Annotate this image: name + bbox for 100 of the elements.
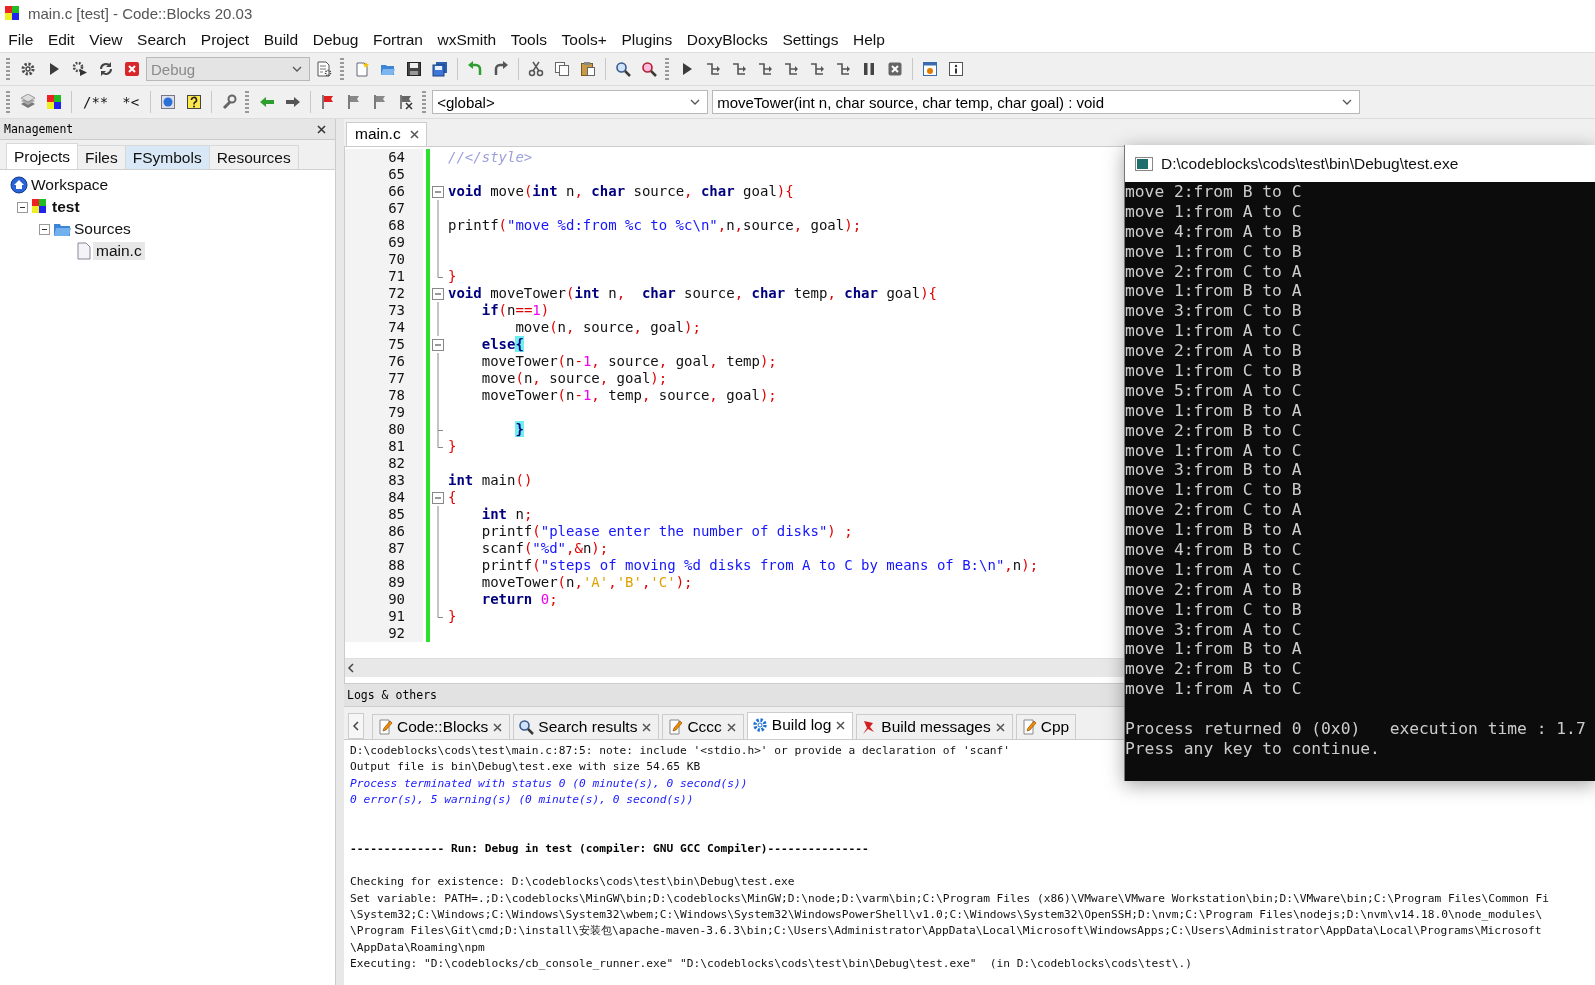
comment-button[interactable]: *< <box>116 90 146 114</box>
menu-item[interactable]: DoxyBlocks <box>679 30 776 49</box>
menu-item[interactable]: Build <box>256 30 306 49</box>
blocks-icon[interactable] <box>46 94 62 110</box>
close-icon[interactable] <box>492 721 504 733</box>
log-line: Process terminated with status 0 (0 minute(s), 0 second(s)) <box>350 776 748 790</box>
search-icon[interactable] <box>615 61 631 77</box>
code-line: int n; <box>480 506 533 523</box>
stack-icon[interactable] <box>20 94 36 110</box>
log-tab[interactable]: Search results <box>513 714 660 739</box>
line-number: 73 <box>345 302 423 319</box>
line-number: 89 <box>345 574 423 591</box>
code-line: else{ <box>480 336 524 353</box>
close-icon[interactable] <box>408 128 420 140</box>
panel-title: Management <box>4 122 74 136</box>
forward-arrow-icon[interactable] <box>285 94 302 110</box>
close-icon[interactable] <box>316 123 327 135</box>
menu-item[interactable]: Fortran <box>365 30 431 49</box>
menu-item[interactable]: File <box>1 30 41 49</box>
line-number: 83 <box>345 472 423 489</box>
fold-toggle[interactable] <box>432 288 444 300</box>
fold-toggle[interactable] <box>432 186 444 198</box>
save-all-icon[interactable] <box>432 61 448 77</box>
pause-icon[interactable] <box>861 61 877 77</box>
replace-icon[interactable] <box>641 61 657 77</box>
menu-item[interactable]: Edit <box>40 30 82 49</box>
log-line: \Program Files\Git\cmd;D:\install\安装包\apache-maven-3.6.3\bin;C:\Users\Administrator\AppData\Local\Microsoft\WindowsApps;C:\Users\Administrator\AppData\Local\Programs\Microsoft <box>350 924 1542 938</box>
branch-arrow-icon[interactable] <box>705 61 721 77</box>
info-icon[interactable] <box>948 61 964 77</box>
menu-item[interactable]: Plugins <box>614 30 680 49</box>
console-line: move 1:from A to C <box>1125 559 1302 579</box>
tree-item[interactable]: Sources <box>71 220 134 238</box>
menu-item[interactable]: Tools <box>503 30 555 49</box>
copy-icon[interactable] <box>554 61 570 77</box>
console-line: move 4:from A to B <box>1125 221 1302 241</box>
console-line: move 5:from A to C <box>1125 380 1302 400</box>
close-icon[interactable] <box>835 719 847 731</box>
undo-icon[interactable] <box>467 61 483 77</box>
branch-arrow-icon[interactable] <box>809 61 825 77</box>
gear-play-icon[interactable] <box>72 61 88 77</box>
window-title: D:\codeblocks\cods\test\bin\Debug\test.exe <box>1161 154 1459 173</box>
app-logo-icon <box>4 4 22 23</box>
stop-icon[interactable] <box>124 61 140 77</box>
console-line: move 1:from A to C <box>1125 679 1302 699</box>
log-tab[interactable]: Code::Blocks <box>372 714 511 739</box>
menu-item[interactable]: Debug <box>305 30 366 49</box>
rebuild-icon[interactable] <box>98 61 114 77</box>
branch-arrow-icon[interactable] <box>835 61 851 77</box>
line-number: 69 <box>345 234 423 251</box>
document-gear-icon[interactable] <box>316 61 332 77</box>
fold-toggle[interactable] <box>432 339 444 351</box>
code-line: move(n, source, goal); <box>480 370 668 387</box>
menu-item[interactable]: Tools+ <box>554 30 615 49</box>
menu-item[interactable]: View <box>81 30 130 49</box>
stop-icon[interactable] <box>887 61 903 77</box>
branch-arrow-icon[interactable] <box>731 61 747 77</box>
console-line: move 4:from B to C <box>1125 540 1302 560</box>
cut-icon[interactable] <box>528 61 544 77</box>
log-tab[interactable]: Build messages <box>856 714 1013 739</box>
code-line: } <box>447 438 457 455</box>
editor-tab[interactable]: main.c <box>346 122 427 146</box>
flag-remove-icon[interactable] <box>398 94 415 110</box>
menu-item[interactable]: Search <box>129 30 194 49</box>
branch-arrow-icon[interactable] <box>757 61 773 77</box>
collapse-icon[interactable] <box>16 201 28 213</box>
function-dropdown[interactable]: moveTower(int n, char source, char temp, char goal) : void <box>712 90 1361 114</box>
code-line: if(n==1) <box>480 302 550 319</box>
tab-scroll-button[interactable] <box>348 713 364 739</box>
save-icon[interactable] <box>406 61 422 77</box>
close-icon[interactable] <box>641 721 653 733</box>
code-line: } <box>447 268 457 285</box>
tree-item[interactable]: Workspace <box>28 176 112 194</box>
menu-item[interactable]: wxSmith <box>430 30 504 49</box>
back-arrow-icon[interactable] <box>259 94 276 110</box>
log-tab[interactable]: Cpp <box>1015 714 1077 739</box>
log-tab[interactable]: Cccc <box>662 714 744 739</box>
menu-item[interactable]: Project <box>193 30 257 49</box>
menu-item[interactable]: Settings <box>775 30 846 49</box>
close-icon[interactable] <box>994 721 1006 733</box>
panel-tab[interactable]: FSymbols <box>124 145 210 169</box>
panel-tab[interactable]: Projects <box>6 143 78 169</box>
log-tab[interactable]: Build log <box>746 712 854 739</box>
paste-icon[interactable] <box>580 61 596 77</box>
redo-icon[interactable] <box>493 61 509 77</box>
panel-tab[interactable]: Resources <box>208 145 299 169</box>
tree-item[interactable]: test <box>49 198 83 216</box>
menu-item[interactable]: Help <box>845 30 893 49</box>
scope-dropdown[interactable]: <global> <box>432 90 709 114</box>
collapse-icon[interactable] <box>38 223 50 235</box>
window-title: main.c [test] - Code::Blocks 20.03 <box>28 5 253 22</box>
gear-icon[interactable] <box>20 61 36 77</box>
console-line: move 2:from A to B <box>1125 579 1302 599</box>
fold-toggle[interactable] <box>432 492 444 504</box>
tree-item[interactable]: main.c <box>93 242 145 260</box>
help-icon[interactable] <box>186 94 203 110</box>
comment-button[interactable]: /** <box>77 90 115 114</box>
branch-arrow-icon[interactable] <box>783 61 799 77</box>
window-icon[interactable] <box>922 61 938 77</box>
blocks-icon <box>31 198 49 216</box>
close-icon[interactable] <box>725 721 737 733</box>
